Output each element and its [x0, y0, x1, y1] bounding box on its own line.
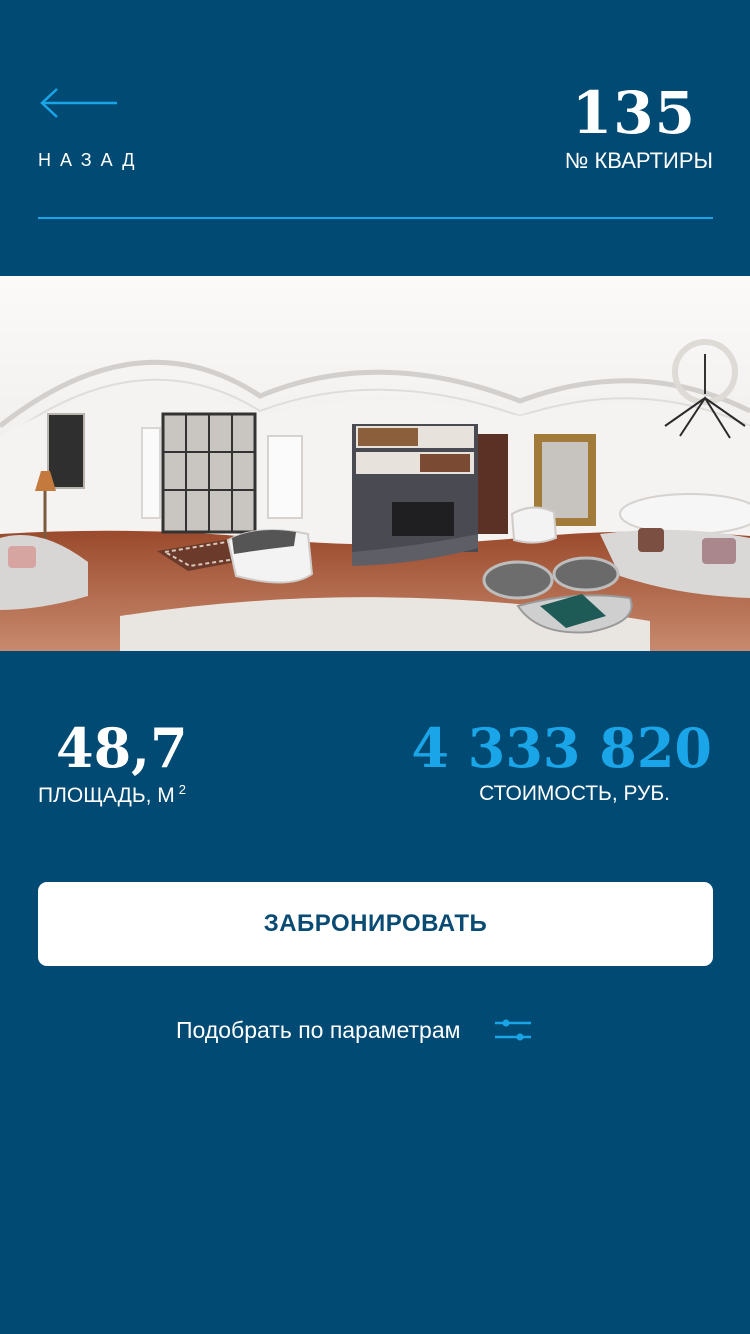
filter-by-parameters-link[interactable]: Подобрать по параметрам [176, 1010, 532, 1050]
apartment-panorama[interactable] [0, 276, 750, 651]
back-button[interactable]: НАЗАД [38, 86, 158, 176]
header: НАЗАД 135 № КВАРТИРЫ [0, 0, 750, 276]
area-label-text: ПЛОЩАДЬ, М [38, 784, 175, 807]
book-button[interactable]: ЗАБРОНИРОВАТЬ [38, 882, 713, 966]
area-unit-superscript: 2 [178, 782, 187, 797]
area-value: 48,7 [56, 716, 188, 780]
sliders-icon [495, 1019, 532, 1041]
apartment-number: 135 [571, 79, 696, 147]
back-label: НАЗАД [38, 150, 144, 170]
header-divider [38, 217, 713, 219]
filter-link-label: Подобрать по параметрам [176, 1016, 461, 1043]
price-label: СТОИМОСТЬ, РУБ. [479, 782, 670, 805]
area-label: ПЛОЩАДЬ, М2 [38, 782, 186, 808]
panorama-image [0, 276, 750, 651]
apartment-number-label: № КВАРТИРЫ [564, 148, 713, 173]
price-value: 4 333 820 [411, 716, 712, 780]
arrow-left-icon [40, 88, 117, 118]
